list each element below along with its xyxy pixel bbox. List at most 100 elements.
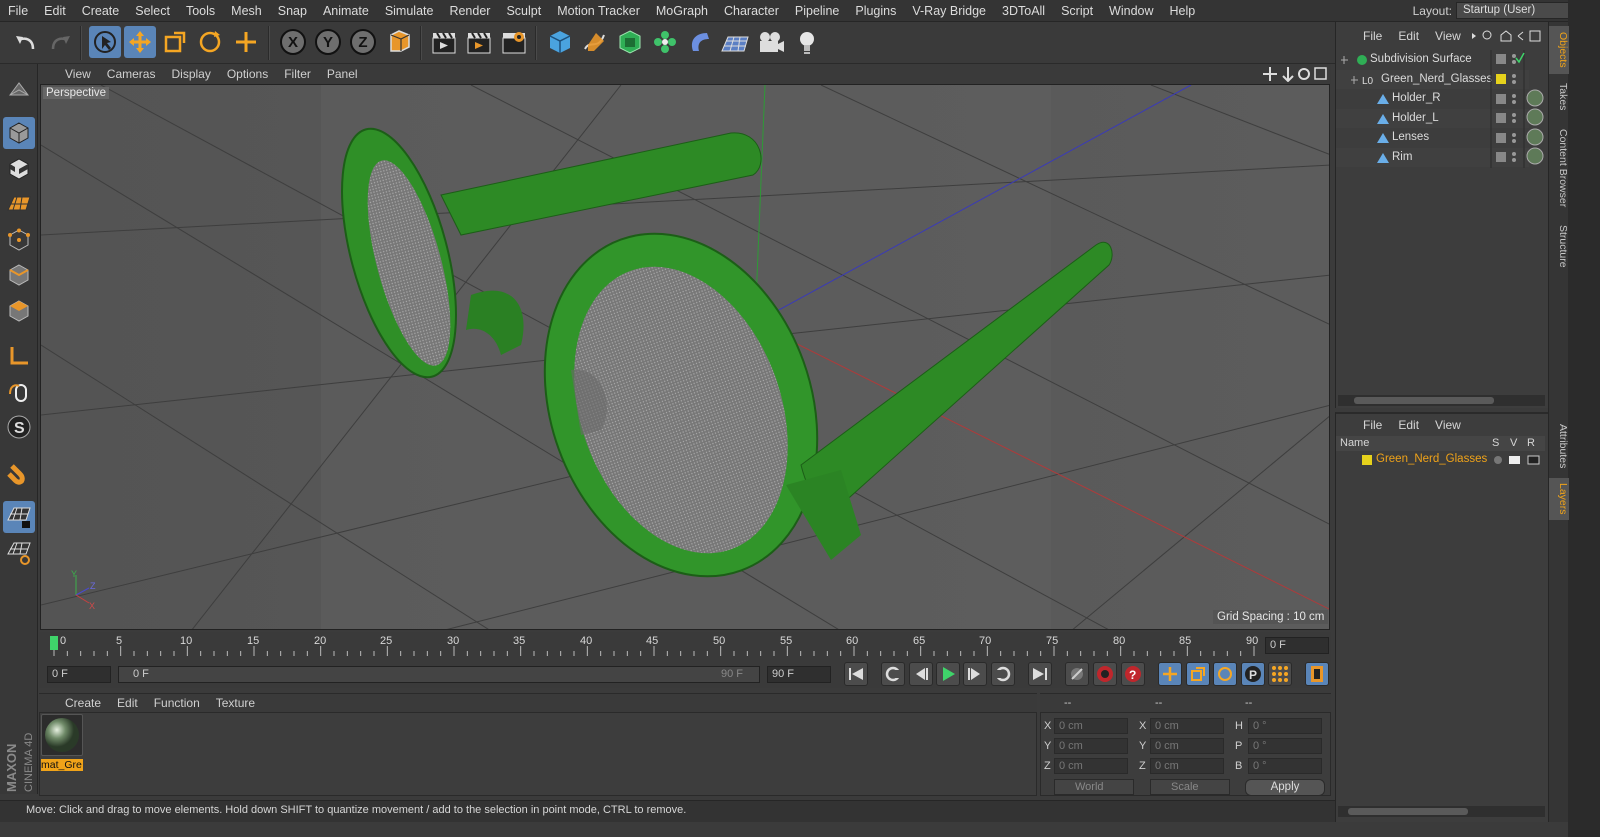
material-name-label[interactable]: mat_Gre	[41, 759, 83, 771]
menu-help[interactable]: Help	[1162, 0, 1204, 22]
menu-sculpt[interactable]: Sculpt	[498, 0, 549, 22]
menu-vray-bridge[interactable]: V-Ray Bridge	[904, 0, 994, 22]
layer-name[interactable]: Green_Nerd_Glasses	[1376, 453, 1487, 465]
locked-workplane-button[interactable]	[3, 501, 35, 533]
scrollbar-thumb[interactable]	[1354, 397, 1494, 404]
object-manager-tools[interactable]	[1470, 29, 1546, 43]
add-cube-button[interactable]	[544, 26, 576, 58]
magnet-button[interactable]	[3, 457, 35, 489]
playhead-marker[interactable]	[50, 636, 58, 650]
planar-workplane-button[interactable]	[3, 537, 35, 569]
menu-pipeline[interactable]: Pipeline	[787, 0, 847, 22]
menu-select[interactable]: Select	[127, 0, 178, 22]
layer-color-swatch[interactable]	[1362, 455, 1372, 465]
render-view-button[interactable]	[428, 26, 460, 58]
column-visible[interactable]: V	[1510, 437, 1517, 449]
menu-motion-tracker[interactable]: Motion Tracker	[549, 0, 648, 22]
goto-end-button[interactable]	[1028, 662, 1052, 686]
viewport-menu-panel[interactable]: Panel	[319, 67, 366, 81]
motion-record-button[interactable]	[1065, 662, 1089, 686]
pos-z-field[interactable]: 0 cm	[1054, 758, 1128, 774]
material-list[interactable]	[39, 712, 1037, 796]
goto-start-button[interactable]	[844, 662, 868, 686]
prev-frame-button[interactable]	[909, 662, 933, 686]
points-mode-button[interactable]	[3, 224, 35, 256]
model-mode-button[interactable]	[3, 117, 35, 149]
home-icon[interactable]	[1500, 30, 1512, 42]
record-active-button[interactable]	[1093, 662, 1117, 686]
undo-button[interactable]	[10, 26, 42, 58]
menu-plugins[interactable]: Plugins	[847, 0, 904, 22]
layout-select[interactable]: Startup (User)	[1456, 2, 1584, 19]
next-frame-button[interactable]	[963, 662, 987, 686]
render-toggle-icon[interactable]	[1527, 455, 1540, 465]
tab-structure[interactable]: Structure	[1549, 220, 1569, 272]
material-menu-create[interactable]: Create	[57, 696, 109, 710]
add-cloner-button[interactable]	[649, 26, 681, 58]
visibility-dots-icons[interactable]	[1512, 54, 1516, 162]
size-z-field[interactable]: 0 cm	[1150, 758, 1224, 774]
frame-range-slider[interactable]: 0 F 90 F	[118, 666, 760, 683]
x-axis-lock-button[interactable]: X	[277, 26, 309, 58]
add-subdivision-button[interactable]	[614, 26, 646, 58]
key-rotation-button[interactable]	[1213, 662, 1237, 686]
expand-arrow-icon[interactable]	[1472, 33, 1476, 39]
play-button[interactable]	[936, 662, 960, 686]
menu-render[interactable]: Render	[441, 0, 498, 22]
key-position-button[interactable]	[1158, 662, 1182, 686]
solo-toggle-icon[interactable]	[1494, 456, 1502, 464]
menu-snap[interactable]: Snap	[270, 0, 315, 22]
snapping-button[interactable]: S	[3, 411, 35, 443]
back-icon[interactable]	[1517, 31, 1524, 41]
eye-visible-icon[interactable]	[1509, 456, 1520, 464]
objects-menu-edit[interactable]: Edit	[1390, 29, 1427, 43]
rotate-tool-button[interactable]	[194, 26, 226, 58]
column-solo[interactable]: S	[1492, 437, 1499, 449]
layer-manager-scrollbar[interactable]	[1338, 806, 1545, 817]
tab-content-browser[interactable]: Content Browser	[1549, 120, 1569, 216]
layer-flag-icons[interactable]	[1496, 54, 1506, 162]
live-selection-button[interactable]	[89, 26, 121, 58]
layer-row[interactable]: Green_Nerd_Glasses	[1336, 452, 1545, 469]
tab-attributes[interactable]: Attributes	[1549, 418, 1569, 474]
menu-window[interactable]: Window	[1101, 0, 1161, 22]
object-manager-scrollbar[interactable]	[1338, 395, 1545, 406]
object-flags-column[interactable]	[1490, 50, 1548, 168]
pos-x-field[interactable]: 0 cm	[1054, 718, 1128, 734]
render-settings-button[interactable]	[498, 26, 530, 58]
menu-mograph[interactable]: MoGraph	[648, 0, 716, 22]
scale-tool-button[interactable]	[159, 26, 191, 58]
pan-view-icon[interactable]	[1263, 67, 1277, 81]
add-camera-button[interactable]	[755, 26, 787, 58]
rot-h-field[interactable]: 0 °	[1248, 718, 1322, 734]
tweak-mode-button[interactable]	[3, 376, 35, 408]
rotate-view-icon[interactable]	[1298, 68, 1310, 80]
key-parameter-button[interactable]: P	[1241, 662, 1265, 686]
add-floor-button[interactable]	[719, 26, 751, 58]
polygons-mode-button[interactable]	[3, 295, 35, 327]
tab-takes[interactable]: Takes	[1549, 78, 1569, 116]
rot-b-field[interactable]: 0 °	[1248, 758, 1322, 774]
viewport-menu-view[interactable]: View	[57, 67, 99, 81]
enabled-check-icon[interactable]	[1515, 52, 1525, 64]
render-picture-viewer-button[interactable]	[463, 26, 495, 58]
material-menu-texture[interactable]: Texture	[208, 696, 263, 710]
end-frame-field[interactable]: 90 F	[767, 666, 831, 683]
size-x-field[interactable]: 0 cm	[1150, 718, 1224, 734]
add-spline-pen-button[interactable]	[579, 26, 611, 58]
maximize-view-icon[interactable]	[1314, 67, 1327, 80]
next-key-button[interactable]	[991, 662, 1015, 686]
workplane-mode-button[interactable]	[3, 188, 35, 220]
viewport-menu-display[interactable]: Display	[163, 67, 218, 81]
menu-file[interactable]: File	[0, 0, 36, 22]
layers-menu-file[interactable]: File	[1355, 418, 1390, 432]
redo-button[interactable]	[44, 26, 76, 58]
camera-label[interactable]: Perspective	[43, 87, 110, 99]
layers-menu-view[interactable]: View	[1427, 418, 1469, 432]
viewport-nav-icons[interactable]	[1262, 66, 1328, 82]
tab-objects[interactable]: Objects	[1549, 26, 1569, 74]
material-tag-icons[interactable]	[1526, 89, 1544, 165]
column-name[interactable]: Name	[1340, 437, 1369, 449]
material-thumbnail[interactable]	[41, 714, 83, 756]
viewport-scene[interactable]: Y Z X	[41, 85, 1330, 630]
